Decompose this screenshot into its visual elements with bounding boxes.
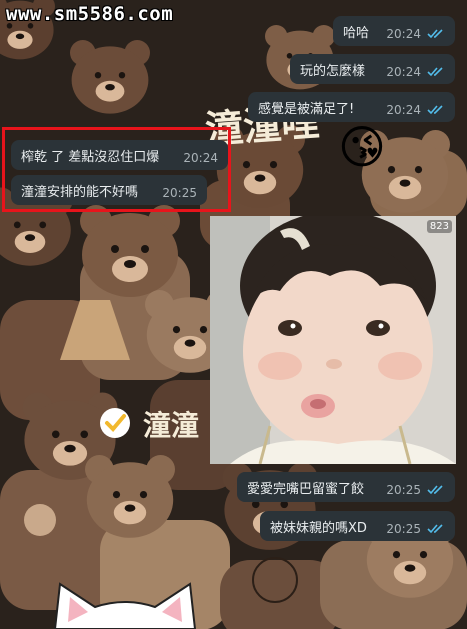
site-watermark: www.sm5586.com	[6, 3, 174, 25]
double-check-icon	[427, 524, 443, 534]
message-text: 被妹妹親的嗎XD	[270, 520, 367, 536]
double-check-icon	[427, 29, 443, 39]
message-time: 20:24	[386, 27, 421, 41]
baby-photo	[210, 216, 456, 464]
message-time: 20:24	[386, 65, 421, 79]
message-text: 愛愛完嘴巴留蜜了餃	[247, 481, 365, 497]
double-check-icon	[427, 67, 443, 77]
photo-message[interactable]: 823	[210, 216, 456, 464]
double-check-icon	[427, 485, 443, 495]
highlight-box	[2, 127, 231, 212]
outgoing-message[interactable]: 被妹妹親的嗎XD 20:25	[260, 511, 455, 541]
message-time: 20:25	[386, 522, 421, 536]
message-text: 感覺是被滿足了!	[258, 101, 355, 117]
double-check-icon	[427, 105, 443, 115]
outgoing-message[interactable]: 感覺是被滿足了! 20:24	[248, 92, 455, 122]
message-time: 20:24	[386, 103, 421, 117]
outgoing-message[interactable]: 玩的怎麼樣 20:24	[290, 54, 455, 84]
message-text: 玩的怎麼樣	[300, 63, 366, 79]
wallpaper-sticker-text: 潼潼	[143, 409, 200, 442]
kiss-emoji-icon: 😘	[338, 120, 386, 174]
outgoing-message[interactable]: 哈哈 20:24	[333, 16, 455, 46]
message-text: 哈哈	[343, 25, 370, 41]
message-time: 20:25	[386, 483, 421, 497]
photo-badge: 823	[426, 220, 452, 233]
outgoing-message[interactable]: 愛愛完嘴巴留蜜了餃 20:25	[237, 472, 455, 502]
cat-sticker-icon	[53, 582, 197, 629]
check-circle-icon	[100, 408, 130, 438]
